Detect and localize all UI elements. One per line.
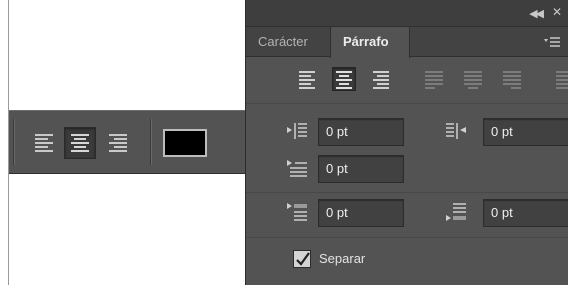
separator [13,119,15,165]
close-icon[interactable]: ✕ [552,5,562,19]
divider [246,192,568,193]
space-before-field[interactable]: 0 pt [318,199,404,227]
divider [246,103,568,104]
justify-all-icon [556,71,568,89]
align-right-button[interactable] [369,67,393,91]
tab-character[interactable]: Carácter [258,27,308,56]
justify-last-center-icon [464,71,482,89]
space-after-icon [446,203,466,221]
justify-last-right-icon [503,71,521,89]
align-center-icon [336,71,352,89]
checkmark-icon [296,252,310,266]
justify-last-left-button[interactable] [422,67,446,91]
indent-first-line-field[interactable]: 0 pt [318,155,404,183]
align-right-button[interactable] [102,127,134,159]
align-center-icon [71,134,89,152]
align-left-button[interactable] [295,67,319,91]
align-center-button[interactable] [64,127,96,159]
justify-all-button[interactable] [546,67,568,91]
indent-left-field[interactable]: 0 pt [318,118,404,146]
indent-first-line-icon [287,160,307,177]
justify-last-right-button[interactable] [500,67,524,91]
align-left-icon [35,134,53,152]
space-after-field[interactable]: 0 pt [483,199,568,227]
indent-right-field[interactable]: 0 pt [483,118,568,146]
separator [150,119,152,165]
align-right-icon [109,134,127,152]
align-left-icon [299,71,315,89]
hyphenate-checkbox[interactable] [293,250,311,268]
tab-paragraph[interactable]: Párrafo [330,27,410,58]
align-right-icon [373,71,389,89]
justify-last-left-icon [425,71,443,89]
text-color-swatch[interactable] [163,129,207,157]
divider [246,237,568,238]
panel-title-bar: ◀◀ ✕ [246,0,568,27]
panel-tabs: Carácter Párrafo [246,27,568,58]
indent-left-icon [287,123,307,139]
options-bar [9,110,246,174]
space-before-icon [287,203,307,221]
panel-menu-icon[interactable] [544,36,560,49]
align-center-button[interactable] [332,67,356,91]
indent-right-icon [446,123,466,139]
hyphenate-label: Separar [319,251,366,266]
collapse-icon[interactable]: ◀◀ [529,7,544,20]
align-left-button[interactable] [28,127,60,159]
paragraph-panel: ◀◀ ✕ Carácter Párrafo 0 pt 0 pt 0 pt 0 p… [245,0,568,285]
justify-last-center-button[interactable] [461,67,485,91]
